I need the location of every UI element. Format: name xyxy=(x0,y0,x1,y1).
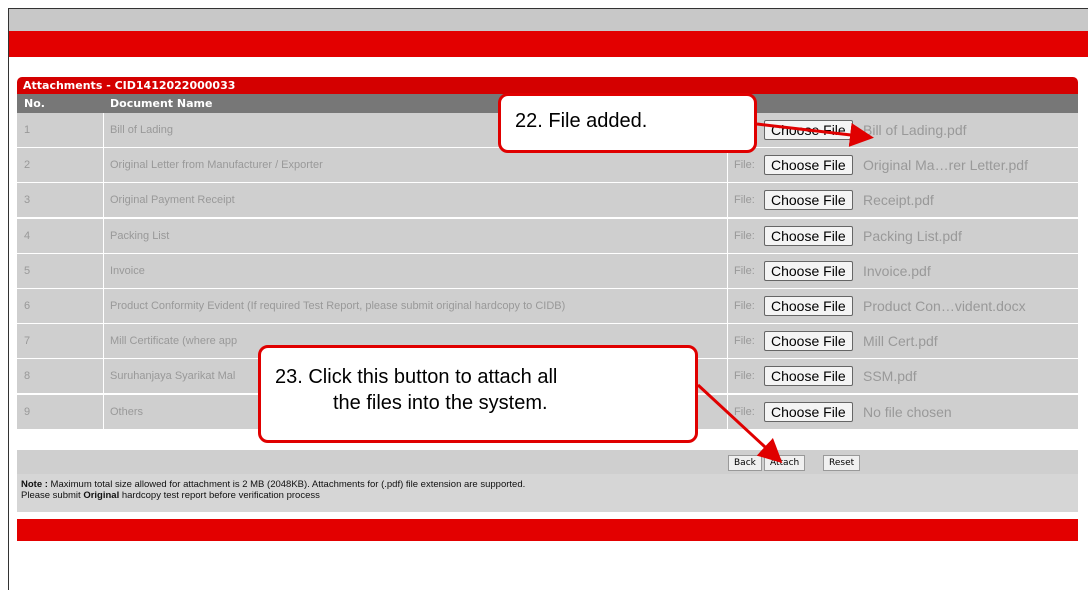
note-line-2c: hardcopy test report before verification… xyxy=(119,490,320,501)
column-divider xyxy=(103,253,104,288)
note-line-2a: Please submit xyxy=(21,490,84,501)
row-number: 7 xyxy=(24,335,31,348)
column-divider xyxy=(103,113,104,147)
chosen-file-name: Product Con…vident.docx xyxy=(863,298,1026,314)
chosen-file-name: Receipt.pdf xyxy=(863,192,934,209)
document-name: Product Conformity Evident (If required … xyxy=(110,300,566,312)
row-number: 1 xyxy=(24,124,31,136)
row-number: 6 xyxy=(24,300,31,312)
document-name: Others xyxy=(110,405,144,418)
action-row: Back Attach Reset xyxy=(17,450,1078,474)
row-number: 8 xyxy=(24,370,31,383)
table-row: 4 Packing List File: Choose File Packing Lis… xyxy=(17,218,1078,254)
attachment-note: Note : Maximum total size allowed for at… xyxy=(17,474,1078,512)
reset-button[interactable]: Reset xyxy=(823,455,861,471)
panel-title: Attachments - CID1412022000033 xyxy=(17,77,1078,94)
chosen-file-name: Invoice.pdf xyxy=(863,262,931,279)
file-label: File: xyxy=(734,335,755,348)
note-line-2-bold: Original xyxy=(83,490,120,501)
table-row: 6 Product Conformity Evident (If required… xyxy=(17,289,1078,324)
note-label: Note : xyxy=(21,479,48,490)
document-name: Invoice xyxy=(110,264,145,277)
file-label: File: xyxy=(734,370,755,383)
document-name: Mill Certificate (where app xyxy=(110,335,238,348)
top-gray-bar xyxy=(9,9,1088,31)
file-label: File: xyxy=(734,300,755,312)
row-number: 9 xyxy=(24,405,31,418)
column-divider xyxy=(727,218,728,253)
column-header-no: No. xyxy=(24,97,45,110)
column-divider xyxy=(727,183,728,218)
document-name: Original Payment Receipt xyxy=(110,194,235,207)
row-number: 3 xyxy=(24,194,31,207)
callout-23-line-2: the files into the system. xyxy=(333,392,548,414)
chosen-file-name: No file chosen xyxy=(863,403,952,420)
row-number: 5 xyxy=(24,264,31,277)
chosen-file-name: Original Ma…rer Letter.pdf xyxy=(863,157,1028,174)
column-divider xyxy=(727,324,728,359)
column-divider xyxy=(103,183,104,218)
column-divider xyxy=(103,289,104,323)
file-label: File: xyxy=(734,194,755,207)
document-name: Suruhanjaya Syarikat Mal xyxy=(110,370,236,383)
column-divider xyxy=(103,394,104,429)
file-label: File: xyxy=(734,229,755,242)
choose-file-button[interactable]: Choose File xyxy=(764,260,853,281)
document-name: Original Letter from Manufacturer / Expo… xyxy=(110,159,323,172)
row-number: 4 xyxy=(24,229,31,242)
callout-file-added: 22. File added. xyxy=(498,93,757,153)
column-divider xyxy=(727,394,728,429)
chosen-file-name: Mill Cert.pdf xyxy=(863,333,938,350)
chosen-file-name: Packing List.pdf xyxy=(863,227,962,244)
column-divider xyxy=(727,148,728,183)
file-label: File: xyxy=(734,159,755,172)
column-divider xyxy=(103,218,104,253)
back-button[interactable]: Back xyxy=(728,455,762,471)
file-label: File: xyxy=(734,264,755,277)
choose-file-button[interactable]: Choose File xyxy=(764,155,853,176)
table-row: 3 Original Payment Receipt File: Choose Fil… xyxy=(17,183,1078,219)
file-label: File: xyxy=(734,405,755,418)
column-divider xyxy=(103,359,104,394)
bottom-red-banner xyxy=(17,519,1078,541)
document-name: Packing List xyxy=(110,229,170,242)
choose-file-button[interactable]: Choose File xyxy=(764,190,853,211)
top-red-banner xyxy=(9,31,1088,57)
table-row: 2 Original Letter from Manufacturer / Exp… xyxy=(17,148,1078,184)
table-row: 5 Invoice File: Choose File Invoice.pdf xyxy=(17,253,1078,289)
chosen-file-name: Bill of Lading.pdf xyxy=(863,122,967,138)
callout-attach-instruction: 23. Click this button to attach all the … xyxy=(258,345,698,443)
chosen-file-name: SSM.pdf xyxy=(863,368,917,385)
callout-22-text: 22. File added. xyxy=(515,110,648,132)
note-line-1: Maximum total size allowed for attachmen… xyxy=(47,479,526,490)
column-divider xyxy=(727,359,728,394)
choose-file-button[interactable]: Choose File xyxy=(764,225,853,246)
choose-file-button[interactable]: Choose File xyxy=(764,296,853,316)
callout-23-line-1: 23. Click this button to attach all xyxy=(275,366,558,388)
choose-file-button[interactable]: Choose File xyxy=(764,401,853,422)
document-name: Bill of Lading xyxy=(110,124,173,136)
column-divider xyxy=(727,253,728,288)
column-divider xyxy=(103,148,104,183)
row-number: 2 xyxy=(24,159,31,172)
choose-file-button[interactable]: Choose File xyxy=(764,331,853,352)
column-divider xyxy=(727,289,728,323)
choose-file-button[interactable]: Choose File xyxy=(764,120,853,140)
choose-file-button[interactable]: Choose File xyxy=(764,366,853,387)
column-header-document-name: Document Name xyxy=(110,97,213,110)
column-divider xyxy=(103,324,104,359)
attach-button[interactable]: Attach xyxy=(764,455,806,471)
